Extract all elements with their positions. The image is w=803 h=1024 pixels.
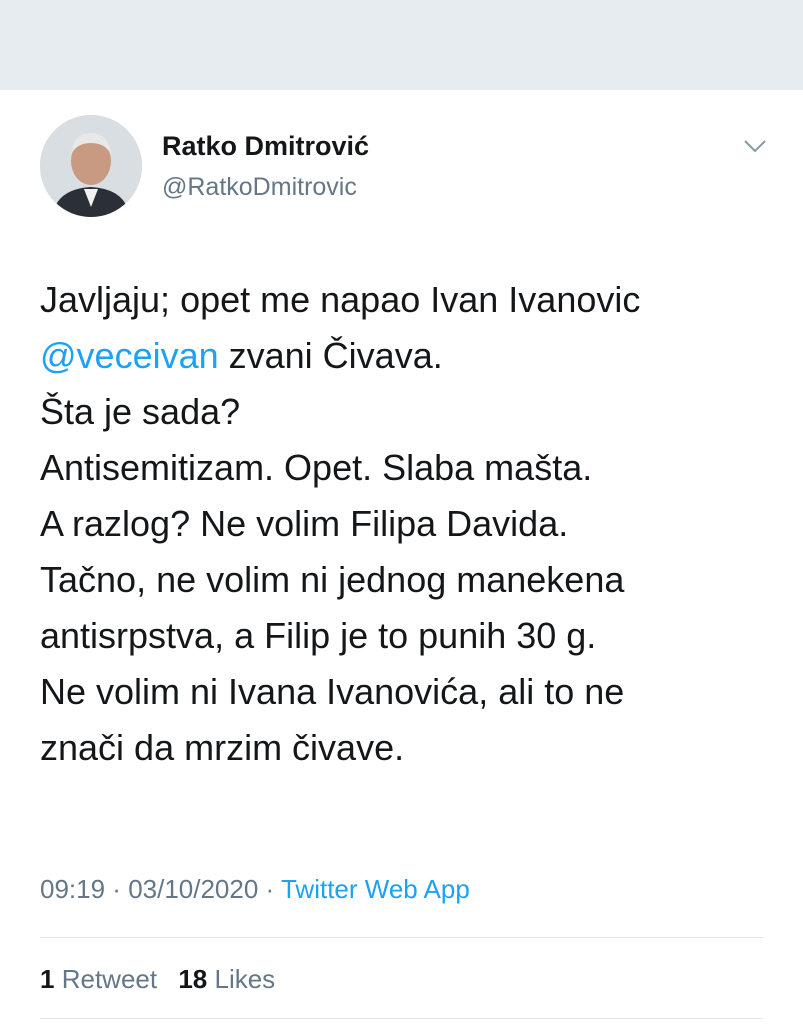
author-name[interactable]: Ratko Dmitrović: [162, 131, 369, 162]
mention-link[interactable]: @veceivan: [40, 335, 219, 376]
tweet-meta: 09:19 · 03/10/2020 · Twitter Web App: [40, 874, 470, 905]
likes-label: Likes: [214, 964, 276, 994]
tweet-line: Šta je sada?: [40, 391, 241, 432]
tweet-line-text: zvani Čivava.: [218, 335, 443, 376]
tweet-time[interactable]: 09:19: [40, 874, 105, 904]
divider: [40, 1018, 763, 1019]
tweet-date[interactable]: 03/10/2020: [128, 874, 258, 904]
likes-stat[interactable]: 18 Likes: [178, 964, 275, 994]
avatar[interactable]: [40, 115, 142, 217]
meta-separator: ·: [105, 874, 129, 904]
tweet-line: Ne volim ni Ivana Ivanovića, ali to ne: [40, 671, 625, 712]
tweet-line: A razlog? Ne volim Filipa Davida.: [40, 503, 569, 544]
tweet-source-link[interactable]: Twitter Web App: [281, 874, 470, 904]
tweet-line: Javljaju; opet me napao Ivan Ivanovic: [40, 279, 641, 320]
meta-separator: ·: [258, 874, 281, 904]
retweets-label: Retweet: [61, 964, 158, 994]
chevron-down-icon[interactable]: [742, 137, 768, 155]
retweets-count: 1: [40, 964, 55, 994]
tweet-line: Antisemitizam. Opet. Slaba mašta.: [40, 447, 593, 488]
author-handle[interactable]: @RatkoDmitrovic: [162, 173, 357, 202]
tweet-text: Javljaju; opet me napao Ivan Ivanovic @v…: [40, 272, 780, 776]
tweet-line: znači da mrzim čivave.: [40, 727, 405, 768]
tweet-stats: 1 Retweet 18 Likes: [40, 964, 289, 995]
tweet-line: Tačno, ne volim ni jednog manekena: [40, 559, 625, 600]
top-bar: [0, 0, 803, 90]
tweet-line: antisrpstva, a Filip je to punih 30 g.: [40, 615, 597, 656]
tweet-line: @veceivan zvani Čivava.: [40, 328, 780, 384]
retweets-stat[interactable]: 1 Retweet: [40, 964, 157, 994]
likes-count: 18: [178, 964, 208, 994]
divider: [40, 937, 763, 938]
